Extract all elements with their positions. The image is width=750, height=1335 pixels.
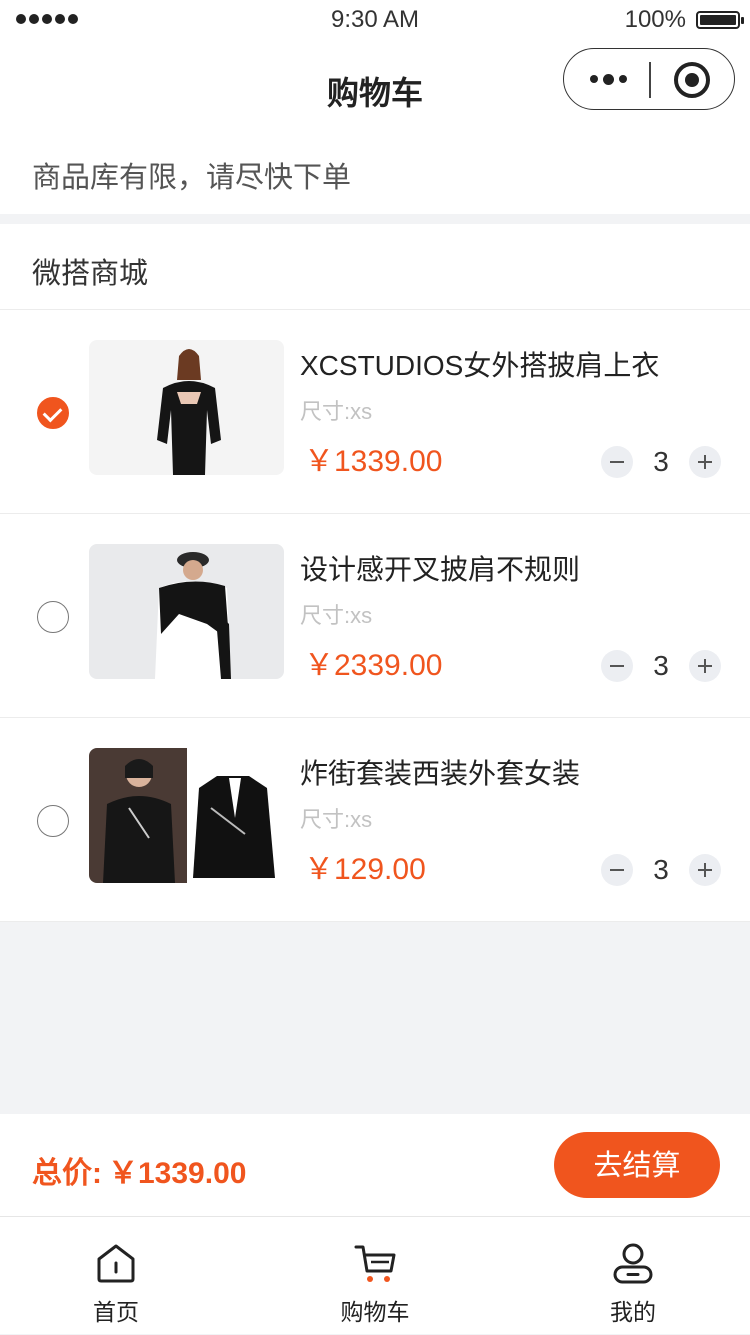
tab-profile[interactable]: 我的 <box>533 1217 733 1335</box>
battery-icon <box>696 11 744 29</box>
plus-icon[interactable] <box>689 854 721 886</box>
item-size: 尺寸:xs <box>300 603 373 628</box>
product-image[interactable] <box>89 544 284 679</box>
cart-item: 设计感开叉披肩不规则 尺寸:xs ￥2339.00 3 <box>0 514 750 718</box>
tab-bar: 首页 购物车 我的 <box>0 1216 750 1334</box>
checkout-bar: 总价: ￥1339.00 去结算 <box>0 1114 750 1216</box>
close-miniprogram-icon[interactable] <box>674 62 710 98</box>
checkout-button[interactable]: 去结算 <box>554 1132 720 1198</box>
item-checkbox[interactable] <box>37 397 69 429</box>
product-image[interactable] <box>89 340 284 475</box>
mini-program-capsule <box>563 48 735 110</box>
quantity-stepper: 3 <box>600 650 722 682</box>
item-checkbox[interactable] <box>37 805 69 837</box>
more-icon[interactable] <box>590 69 630 89</box>
item-title[interactable]: 设计感开叉披肩不规则 <box>300 548 580 588</box>
stock-notice: 商品库有限，请尽快下单 <box>0 130 750 214</box>
capsule-divider <box>649 62 651 98</box>
product-image[interactable] <box>89 748 284 883</box>
quantity-stepper: 3 <box>600 446 722 478</box>
item-title[interactable]: 炸街套装西装外套女装 <box>300 752 580 792</box>
item-price: ￥1339.00 <box>304 445 443 478</box>
item-price: ￥129.00 <box>304 853 426 886</box>
cart-item: XCSTUDIOS女外搭披肩上衣 尺寸:xs ￥1339.00 3 <box>0 310 750 514</box>
home-icon <box>97 1244 135 1283</box>
store-header: 微搭商城 <box>0 224 750 310</box>
status-bar: 9:30 AM 100% <box>0 0 750 40</box>
plus-icon[interactable] <box>689 446 721 478</box>
item-size: 尺寸:xs <box>300 807 373 832</box>
cart-item: 炸街套装西装外套女装 尺寸:xs ￥129.00 3 <box>0 718 750 922</box>
total-label: 总价: <box>32 1157 102 1190</box>
notice-text: 商品库有限，请尽快下单 <box>32 162 352 194</box>
item-title[interactable]: XCSTUDIOS女外搭披肩上衣 <box>300 344 659 384</box>
tab-cart[interactable]: 购物车 <box>275 1217 475 1335</box>
user-icon <box>613 1243 653 1284</box>
item-price: ￥2339.00 <box>304 649 443 682</box>
total-amount: ￥1339.00 <box>108 1157 247 1190</box>
store-name: 微搭商城 <box>32 258 149 290</box>
tab-home[interactable]: 首页 <box>16 1217 216 1335</box>
battery-percent: 100% <box>624 6 686 33</box>
quantity-stepper: 3 <box>600 854 722 886</box>
item-size: 尺寸:xs <box>300 399 373 424</box>
nav-bar: 购物车 <box>0 40 750 130</box>
tab-label: 首页 <box>93 1299 139 1325</box>
tab-label: 购物车 <box>340 1299 410 1325</box>
item-checkbox[interactable] <box>37 601 69 633</box>
plus-icon[interactable] <box>689 650 721 682</box>
tab-label: 我的 <box>610 1299 656 1325</box>
cart-icon <box>354 1245 396 1282</box>
